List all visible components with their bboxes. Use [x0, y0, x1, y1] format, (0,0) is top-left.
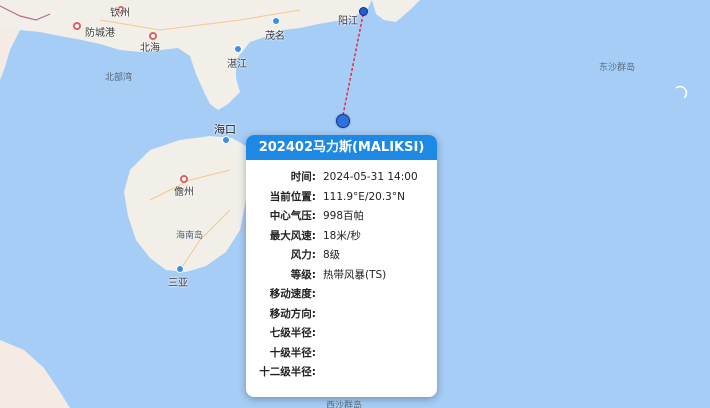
vietnam-south [0, 340, 70, 408]
region-beibu-gulf: 北部湾 [105, 73, 133, 83]
field-label: 风力: [290, 249, 316, 261]
field-value [316, 305, 323, 325]
city-dot-maoming [272, 17, 280, 25]
field-value [316, 285, 323, 305]
popup-row: 等级: 热带风暴(TS) [246, 266, 437, 286]
city-maoming: 茂名 [265, 31, 285, 42]
coast-east [372, 0, 420, 22]
typhoon-current-position-marker[interactable] [336, 114, 350, 128]
field-label: 十二级半径: [259, 366, 316, 378]
city-dot-haikou [222, 136, 230, 144]
field-value: 998百帕 [323, 210, 365, 222]
vietnam-land [0, 30, 20, 80]
field-label: 七级半径: [269, 327, 316, 339]
hainan-land [124, 136, 248, 272]
city-danzhou: 儋州 [174, 187, 194, 198]
popup-row: 十级半径: [246, 344, 437, 364]
popup-row: 当前位置: 111.9°E/20.3°N [246, 188, 437, 208]
city-dot-sanya [176, 265, 184, 273]
popup-title: 202402马力斯(MALIKSI) [246, 135, 437, 160]
field-value [316, 324, 323, 344]
mainland-land [0, 0, 372, 110]
field-label: 移动方向: [269, 307, 316, 320]
city-qinzhou: 钦州 [110, 8, 130, 19]
city-beihai: 北海 [140, 43, 160, 54]
field-label: 当前位置: [269, 190, 316, 203]
field-value: 8级 [323, 249, 341, 261]
field-label: 中心气压: [269, 210, 316, 222]
region-dongsha: 东沙群岛 [599, 63, 636, 73]
city-zhanjiang: 湛江 [227, 59, 247, 70]
popup-fields: 时间: 2024-05-31 14:00 当前位置: 111.9°E/20.3°N … [246, 160, 437, 383]
popup-row: 中心气压: 998百帕 [246, 207, 437, 227]
typhoon-map[interactable]: 钦州 防城港 北海 茂名 湛江 阳江 北部湾 海口 儋州 海南岛 三亚 东沙群岛… [0, 0, 710, 408]
city-sanya: 三亚 [168, 278, 188, 289]
popup-row: 移动速度: [246, 285, 437, 305]
field-label: 十级半径: [269, 346, 316, 359]
popup-row: 七级半径: [246, 324, 437, 344]
popup-row: 最大风速: 18米/秒 [246, 227, 437, 247]
popup-row: 时间: 2024-05-31 14:00 [246, 168, 437, 188]
popup-row: 十二级半径: [246, 363, 437, 383]
city-dot-zhanjiang [234, 45, 242, 53]
city-fangchenggang: 防城港 [85, 28, 115, 39]
field-label: 移动速度: [269, 288, 316, 300]
popup-row: 风力: 8级 [246, 246, 437, 266]
region-xisha: 西沙群岛 [326, 401, 363, 408]
field-label: 最大风速: [269, 229, 316, 242]
city-dot-fangchenggang [73, 22, 81, 30]
typhoon-info-popup: 202402马力斯(MALIKSI) 时间: 2024-05-31 14:00 当… [246, 135, 437, 397]
field-value [316, 363, 323, 383]
field-value [316, 344, 323, 364]
region-hainan-island: 海南岛 [176, 231, 204, 241]
city-haikou: 海口 [214, 123, 236, 136]
field-value: 18米/秒 [323, 229, 361, 242]
city-yangjiang: 阳江 [338, 16, 358, 27]
track-point-marker[interactable] [359, 7, 368, 16]
field-value: 热带风暴(TS) [323, 268, 387, 281]
field-label: 时间: [290, 171, 316, 183]
field-label: 等级: [290, 268, 316, 281]
popup-row: 移动方向: [246, 305, 437, 325]
city-dot-danzhou [180, 175, 188, 183]
field-value: 2024-05-31 14:00 [323, 171, 418, 183]
field-value: 111.9°E/20.3°N [323, 190, 405, 203]
